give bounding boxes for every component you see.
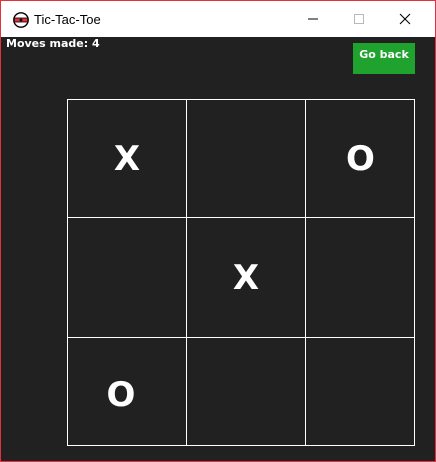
board-cell-6[interactable] [305, 217, 415, 338]
cell-mark: X [113, 138, 141, 179]
window-title: Tic-Tac-Toe [34, 12, 101, 27]
title-bar[interactable]: Tic-Tac-Toe [1, 1, 435, 37]
board-cell-3[interactable]: O [305, 99, 415, 218]
minimize-button[interactable] [290, 1, 336, 37]
go-back-button[interactable]: Go back [353, 43, 415, 74]
board-cell-8[interactable] [186, 337, 306, 446]
board-cell-7[interactable]: O [67, 337, 187, 446]
app-icon [13, 12, 29, 28]
board-cell-1[interactable]: X [67, 99, 187, 218]
game-area: Moves made: 4 Go back X O X O [1, 37, 435, 461]
board-cell-5[interactable]: X [186, 217, 306, 338]
app-window: Tic-Tac-Toe Moves made: 4 Go back X O X … [0, 0, 436, 462]
cell-mark: X [232, 257, 260, 298]
cell-mark: O [106, 374, 136, 415]
close-icon [399, 13, 411, 25]
board-cell-9[interactable] [305, 337, 415, 446]
moves-counter: Moves made: 4 [6, 37, 100, 50]
minimize-icon [308, 18, 318, 20]
game-board: X O X O [67, 99, 415, 446]
cell-mark: O [346, 138, 375, 179]
maximize-button[interactable] [336, 1, 382, 37]
board-cell-2[interactable] [186, 99, 306, 218]
maximize-icon [354, 14, 364, 24]
close-button[interactable] [382, 1, 428, 37]
board-cell-4[interactable] [67, 217, 187, 338]
